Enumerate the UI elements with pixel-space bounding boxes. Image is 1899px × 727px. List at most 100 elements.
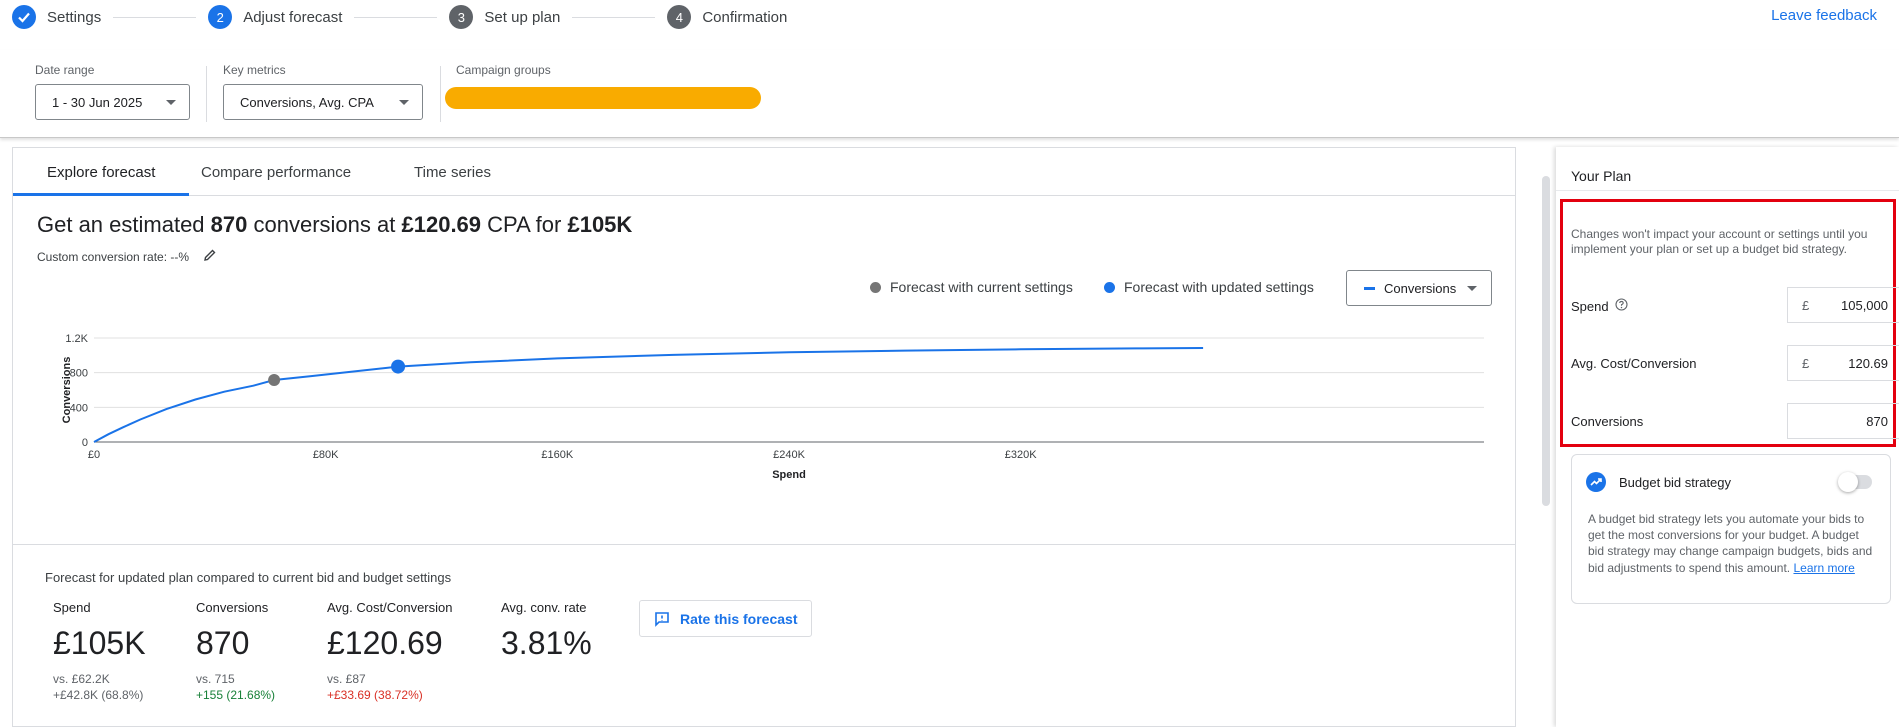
check-icon [12, 5, 36, 29]
toggle-knob [1838, 472, 1858, 492]
x-axis-title: Spend [772, 469, 806, 481]
help-icon[interactable] [1615, 298, 1628, 314]
leave-feedback-link[interactable]: Leave feedback [1771, 7, 1877, 24]
bbs-description: A budget bid strategy lets you automate … [1588, 511, 1878, 576]
plan-row-spend: Spend [1571, 298, 1628, 314]
legend-updated-label: Forecast with updated settings [1124, 279, 1314, 295]
forecast-tabs: Explore forecast Compare performance Tim… [13, 148, 1515, 196]
spend-value: 105,000 [1841, 298, 1888, 313]
chart-metric-select[interactable]: Conversions [1346, 270, 1492, 306]
metric-select-value: Conversions [1384, 280, 1457, 296]
dropdown-arrow-icon [166, 100, 176, 105]
stat-value: £120.69 [327, 625, 443, 661]
stat-label: Avg. conv. rate [501, 600, 587, 615]
legend-current-label: Forecast with current settings [890, 279, 1073, 295]
step-number: 4 [667, 5, 692, 29]
conversion-rate-text: Custom conversion rate: --% [37, 249, 190, 264]
key-metrics-value: Conversions, Avg. CPA [240, 94, 374, 110]
headline-spend: £105K [567, 212, 633, 237]
progress-stepper: Settings 2 Adjust forecast 3 Set up plan… [12, 5, 787, 29]
tab-explore-forecast[interactable]: Explore forecast [47, 148, 155, 196]
forecast-card: Explore forecast Compare performance Tim… [12, 147, 1516, 727]
stat-value: 3.81% [501, 625, 592, 661]
forecast-chart: 04008001.2K£0 £80K £160K £240K £320KSpendCon… [61, 333, 1484, 481]
rate-forecast-label: Rate this forecast [680, 610, 798, 627]
scrollbar-thumb[interactable] [1542, 176, 1550, 506]
step-settings[interactable]: Settings [12, 5, 101, 29]
current-settings-dot-icon [870, 281, 881, 293]
learn-more-link[interactable]: Learn more [1793, 561, 1854, 575]
plan-row-label: Conversions [1571, 414, 1644, 429]
step-number: 3 [449, 5, 474, 29]
budget-bid-strategy-card: Budget bid strategy A budget bid strateg… [1571, 454, 1891, 604]
stat-conversions: Conversions 870 vs. 715 +155 (21.68%) [196, 600, 275, 702]
plan-row-conversions: Conversions [1571, 414, 1643, 429]
legend-current: Forecast with current settings [870, 279, 1073, 295]
filter-bar: Date range 1 - 30 Jun 2025 Key metrics C… [0, 50, 1899, 138]
stat-vs: vs. 715 [196, 672, 235, 686]
stat-avg-conv-rate: Avg. conv. rate 3.81% [501, 600, 592, 662]
step-confirmation[interactable]: 4 Confirmation [667, 5, 787, 29]
forecast-headline: Get an estimated 870 conversions at £120… [37, 212, 632, 238]
stat-label: Avg. Cost/Conversion [327, 600, 453, 615]
stat-delta: +155 (21.68%) [196, 688, 276, 702]
stat-spend: Spend £105K vs. £62.2K +£42.8K (68.8%) [53, 600, 146, 702]
forecast-line [93, 347, 1204, 443]
redacted-campaign-groups[interactable] [445, 87, 761, 109]
step-label: Adjust forecast [243, 8, 343, 26]
key-metrics-select[interactable]: Conversions, Avg. CPA [223, 84, 423, 120]
x-tick-label: £160K [541, 449, 573, 461]
your-plan-panel: Your Plan Changes won't impact your acco… [1556, 147, 1899, 727]
stat-value: £105K [53, 625, 146, 661]
x-tick-label: £320K [1005, 449, 1037, 461]
tab-compare-performance[interactable]: Compare performance [201, 148, 351, 196]
currency-symbol: £ [1802, 356, 1810, 371]
stat-delta: +£42.8K (68.8%) [53, 688, 144, 702]
key-metrics-label: Key metrics [223, 63, 286, 77]
step-connector [354, 16, 438, 18]
rate-forecast-button[interactable]: Rate this forecast [639, 600, 812, 637]
plan-row-label: Spend [1571, 298, 1609, 314]
date-range-select[interactable]: 1 - 30 Jun 2025 [35, 84, 190, 120]
divider [1556, 190, 1899, 191]
bbs-toggle[interactable] [1838, 472, 1872, 492]
dropdown-arrow-icon [399, 100, 409, 105]
step-number: 2 [208, 5, 233, 29]
date-range-label: Date range [35, 63, 95, 77]
comparison-title: Forecast for updated plan compared to cu… [45, 570, 452, 585]
trending-up-icon [1586, 472, 1606, 492]
step-adjust-forecast[interactable]: 2 Adjust forecast [208, 5, 342, 29]
headline-text: Get an estimated [37, 212, 205, 237]
updated-settings-dot-icon [1104, 281, 1115, 293]
updated-settings-point [391, 359, 406, 374]
currency-symbol: £ [1802, 298, 1810, 313]
x-tick-label: £80K [313, 449, 339, 461]
avg-cost-input[interactable]: £ 120.69 [1787, 345, 1899, 381]
tab-time-series[interactable]: Time series [414, 148, 491, 196]
plan-notice: Changes won't impact your account or set… [1571, 227, 1868, 256]
dropdown-arrow-icon [1467, 286, 1477, 291]
series-line-icon [1364, 287, 1375, 290]
stat-value: 870 [196, 625, 250, 661]
section-divider [13, 544, 1515, 545]
step-label: Set up plan [484, 8, 561, 26]
divider [440, 66, 441, 122]
step-connector [572, 16, 656, 18]
stat-label: Spend [53, 600, 91, 615]
campaign-groups-label: Campaign groups [456, 63, 551, 77]
headline-text: CPA for [487, 212, 562, 237]
headline-cpa: £120.69 [401, 212, 482, 237]
stat-label: Conversions [196, 600, 269, 615]
avg-cost-value: 120.69 [1848, 356, 1888, 371]
step-connector [113, 16, 197, 18]
legend-updated: Forecast with updated settings [1104, 279, 1314, 295]
spend-input[interactable]: £ 105,000 [1787, 287, 1899, 323]
step-label: Confirmation [702, 8, 788, 26]
x-tick-label: £240K [773, 449, 805, 461]
conversions-input[interactable]: 870 [1787, 403, 1899, 439]
step-set-up-plan[interactable]: 3 Set up plan [449, 5, 560, 29]
stat-avg-cost-conversion: Avg. Cost/Conversion £120.69 vs. £87 +£3… [327, 600, 453, 702]
edit-pencil-icon[interactable] [203, 248, 217, 265]
y-axis-title: Conversions [61, 357, 73, 424]
stat-delta: +£33.69 (38.72%) [327, 688, 423, 702]
